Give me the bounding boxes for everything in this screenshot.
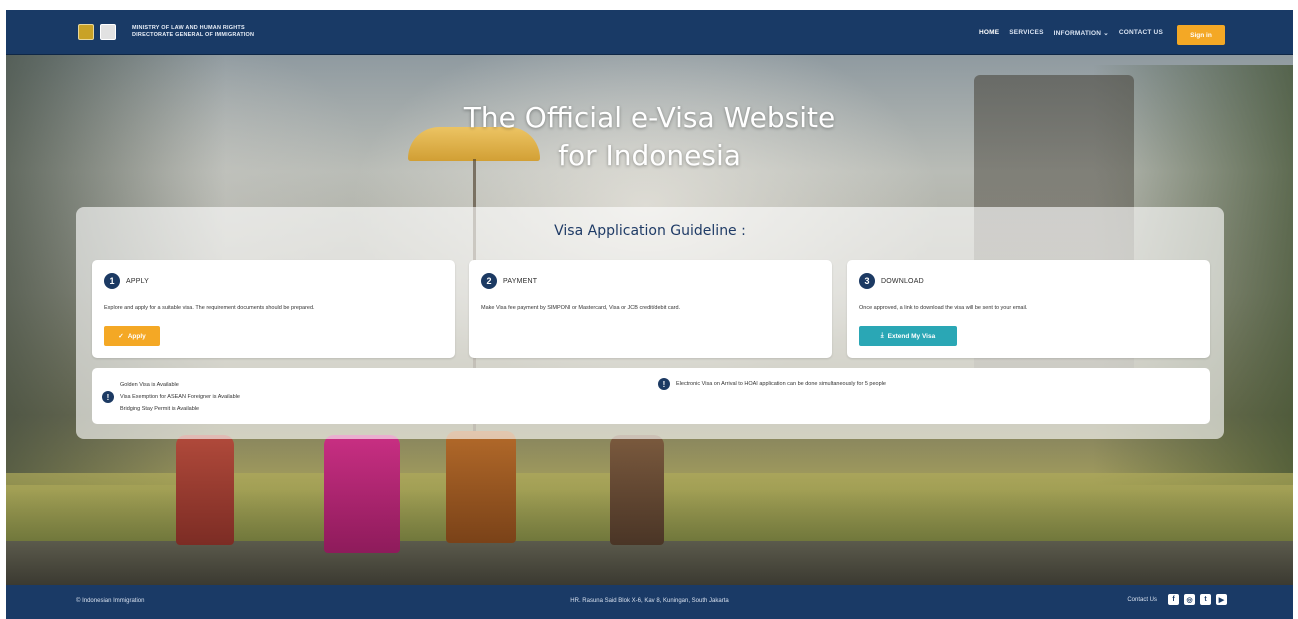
nav-home[interactable]: HOME [979,29,999,37]
main-nav: HOME SERVICES INFORMATION ⌄ CONTACT US [979,29,1163,37]
notice-item: Visa Exemption for ASEAN Foreigner is Av… [120,394,240,400]
extend-button-label: Extend My Visa [887,332,936,340]
step-description: Once approved, a link to download the vi… [859,305,1028,311]
hero-background-wall [6,541,1293,585]
footer-contact-label: Contact Us [1127,596,1157,603]
hero-background-person [446,431,516,543]
instagram-icon[interactable]: ◎ [1184,594,1195,605]
step-card-apply: 1 APPLY Explore and apply for a suitable… [92,260,455,358]
hero-background-person [176,435,234,545]
step-description: Explore and apply for a suitable visa. T… [104,305,315,311]
footer-social: Contact Us f ◎ t ▶ [1127,594,1227,605]
step-description: Make Visa fee payment by SIMPONI or Mast… [481,305,681,311]
hero-title-line1: The Official e-Visa Website [463,101,836,134]
nav-contact-us[interactable]: CONTACT US [1119,29,1163,37]
checkmark-icon: ✓ [118,333,124,340]
apply-button-label: Apply [127,332,146,340]
immigration-emblem-icon [78,24,94,40]
ministry-name-line2: DIRECTORATE GENERAL OF IMMIGRATION [132,32,255,38]
ministry-name: MINISTRY OF LAW AND HUMAN RIGHTS DIRECTO… [132,25,254,39]
notice-evoa: Electronic Visa on Arrival to HOAI appli… [676,381,886,387]
notice-list: Golden Visa is Available Visa Exemption … [120,379,240,415]
step-number-badge: 1 [104,273,120,289]
step-label: PAYMENT [503,277,538,285]
step-header: 3 DOWNLOAD [859,273,924,289]
notice-item: Bridging Stay Permit is Available [120,406,200,412]
nav-information[interactable]: INFORMATION ⌄ [1054,29,1109,37]
hero-title: The Official e-Visa Website for Indonesi… [6,99,1293,175]
hero-title-line2: for Indonesia [558,139,741,172]
step-number-badge: 2 [481,273,497,289]
info-icon: ! [102,391,114,403]
step-label: APPLY [126,277,150,285]
step-number-badge: 3 [859,273,875,289]
ministry-emblem-icon [100,24,116,40]
info-icon: ! [658,378,670,390]
guideline-title: Visa Application Guideline : [554,223,746,239]
step-card-payment: 2 PAYMENT Make Visa fee payment by SIMPO… [469,260,832,358]
hero-background-person [324,435,400,553]
facebook-icon[interactable]: f [1168,594,1179,605]
top-navbar: MINISTRY OF LAW AND HUMAN RIGHTS DIRECTO… [6,10,1293,55]
step-header: 1 APPLY [104,273,149,289]
visa-guideline-panel: Visa Application Guideline : 1 APPLY Exp… [76,207,1224,439]
step-label: DOWNLOAD [881,277,924,285]
extend-my-visa-button[interactable]: ⤓ Extend My Visa [859,326,957,346]
ministry-name-line1: MINISTRY OF LAW AND HUMAN RIGHTS [132,25,245,31]
apply-button[interactable]: ✓ Apply [104,326,160,346]
download-icon: ⤓ [880,332,884,339]
site-logo[interactable]: MINISTRY OF LAW AND HUMAN RIGHTS DIRECTO… [78,24,254,40]
hero-background-person [610,435,664,545]
step-header: 2 PAYMENT [481,273,537,289]
notice-box: ! Golden Visa is Available Visa Exemptio… [92,368,1210,424]
notice-item: Golden Visa is Available [120,382,179,388]
nav-services[interactable]: SERVICES [1009,29,1043,37]
browser-viewport: MINISTRY OF LAW AND HUMAN RIGHTS DIRECTO… [6,10,1293,619]
youtube-icon[interactable]: ▶ [1216,594,1227,605]
step-card-download: 3 DOWNLOAD Once approved, a link to down… [847,260,1210,358]
sign-in-button[interactable]: Sign in [1177,25,1225,45]
footer-address: HR. Rasuna Said Blok X-6, Kav 8, Kuninga… [570,598,729,604]
footer: © Indonesian Immigration HR. Rasuna Said… [6,585,1293,619]
twitter-icon[interactable]: t [1200,594,1211,605]
hero-section: The Official e-Visa Website for Indonesi… [6,55,1293,585]
